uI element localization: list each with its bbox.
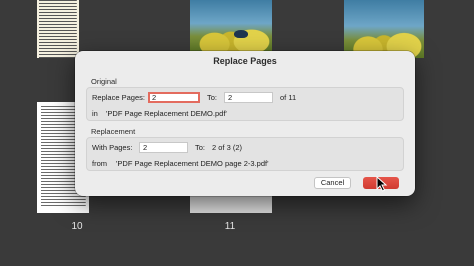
page-thumbnail-11[interactable]: [190, 195, 272, 213]
dialog-title: Replace Pages: [213, 56, 277, 66]
cancel-button[interactable]: Cancel: [314, 177, 351, 189]
replace-to-page-field[interactable]: 2: [224, 92, 273, 103]
with-pages-label: With Pages:: [92, 143, 133, 152]
replace-pages-dialog: Replace Pages Original Replace Pages: 2 …: [75, 51, 415, 196]
replacement-to-value: 2 of 3 (2): [212, 143, 243, 152]
page-thumbnail-top-left[interactable]: [37, 0, 79, 58]
original-group: Replace Pages: 2 To: 2 of 11 in 'PDF Pag…: [86, 87, 404, 121]
replace-from-page-field[interactable]: 2: [148, 92, 200, 103]
page-count-text: of 11: [280, 93, 297, 102]
original-section-label: Original: [91, 77, 117, 86]
original-file-name: 'PDF Page Replacement DEMO.pdf': [106, 109, 227, 118]
page-thumbnail-top-right[interactable]: [344, 0, 424, 58]
to-label-replacement: To:: [195, 143, 206, 152]
page-number-10: 10: [71, 221, 83, 232]
replacement-group: With Pages: 2 To: 2 of 3 (2) from 'PDF P…: [86, 137, 404, 171]
page-thumbnail-top-center[interactable]: [190, 0, 272, 52]
to-label: To:: [207, 93, 218, 102]
with-pages-field[interactable]: 2: [139, 142, 188, 153]
mouse-pointer-icon: [376, 176, 388, 192]
from-label: from: [92, 159, 107, 168]
page-number-11: 11: [224, 221, 236, 232]
replace-pages-label: Replace Pages:: [92, 93, 145, 102]
replacement-file-name: 'PDF Page Replacement DEMO page 2-3.pdf': [116, 159, 269, 168]
bird-image: [234, 30, 248, 38]
in-label: in: [92, 109, 98, 118]
replacement-section-label: Replacement: [91, 127, 136, 136]
